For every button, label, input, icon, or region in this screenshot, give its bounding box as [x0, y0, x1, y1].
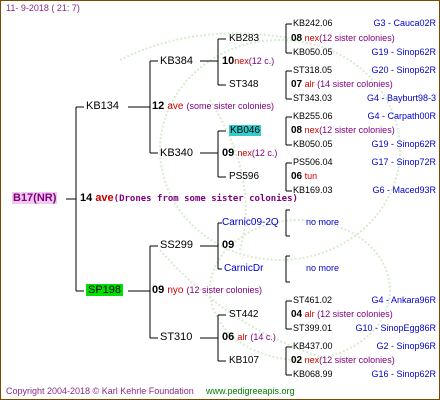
ffm-queen[interactable]: ST348 [229, 80, 258, 90]
gen1-line: 14 ave(Drones from some sister colonies) [80, 193, 298, 204]
ffm-note: (14 sister colonies) [317, 79, 393, 89]
copyright: Copyright 2004-2018 © Karl Kehrle Founda… [6, 386, 194, 396]
ffm-number: 07 [291, 79, 303, 90]
fmf-queen-name: KB046 [229, 125, 262, 136]
mm-line: 06 alr (14 c.) [222, 332, 276, 343]
mmm-note: (12 sister colonies) [319, 355, 395, 365]
root-queen-name: B17(NR) [12, 192, 58, 204]
father-line: 12 ave (some sister colonies) [152, 101, 274, 112]
leaf-name[interactable]: KB255.06 [293, 112, 333, 121]
ff-queen[interactable]: KB384 [160, 56, 193, 67]
fmm-queen[interactable]: PS596 [229, 172, 259, 182]
leaf-name[interactable]: ST343.03 [293, 94, 332, 103]
leaf-id: G20 - Sinop62R [371, 65, 436, 75]
timestamp: 11- 9-2018 ( 21: 7) [6, 3, 80, 13]
fmf-code: nex [304, 125, 320, 135]
ff-line: 10nex(12 c.) [222, 56, 274, 67]
ffm-line: 07 alr (14 sister colonies) [291, 80, 393, 90]
father-code: ave [167, 101, 184, 112]
fmf-line: 08 nex(12 sister colonies) [291, 126, 395, 136]
mmm-number: 02 [291, 355, 303, 366]
ff-code: nex [234, 56, 249, 66]
ff-number: 10 [222, 55, 235, 67]
fm-line: 09 nex(12 c.) [222, 148, 277, 159]
fm-code: nex [237, 148, 252, 158]
fmf-queen[interactable]: KB046 [229, 125, 262, 136]
leaf-name[interactable]: KB437.00 [293, 342, 333, 351]
mmm-code: nex [304, 355, 320, 365]
leaf-id: G4 - Carpath00R [367, 111, 436, 121]
mm-number: 06 [222, 331, 235, 343]
father-number: 12 [152, 100, 165, 112]
mm-note: (14 c.) [250, 332, 276, 342]
ff-note: (12 c.) [248, 56, 275, 66]
leaf-name[interactable]: ST318.05 [293, 66, 332, 75]
fm-note: (12 c.) [251, 148, 278, 158]
leaf-id: G6 - Maced93R [372, 185, 436, 195]
fff-number: 08 [291, 33, 303, 44]
leaf-id: G3 - Cauca02R [373, 18, 436, 28]
mff-queen[interactable]: Carnic09-2Q [222, 218, 279, 228]
fmf-note: (12 sister colonies) [319, 125, 395, 135]
fmm-code: tun [304, 171, 318, 181]
mmf-code: alr [304, 309, 315, 319]
mm-queen[interactable]: ST310 [160, 332, 192, 343]
leaf-id: G2 - Sinop96R [376, 341, 436, 351]
leaf-name[interactable]: ST399.01 [293, 324, 332, 333]
mother-line: 09 nyo (12 sister colonies) [152, 285, 262, 296]
mmf-number: 04 [291, 309, 303, 320]
fmf-number: 08 [291, 125, 303, 136]
mfm-queen[interactable]: CarnicDr [224, 264, 263, 274]
ffm-code: alr [304, 79, 315, 89]
leaf-id: G4 - Bayburt98-3 [366, 93, 436, 103]
fff-line: 08 nex(12 sister colonies) [291, 34, 395, 44]
leaf-id: G19 - Sinop62R [371, 139, 436, 149]
mmm-line: 02 nex(12 sister colonies) [291, 356, 395, 366]
mmf-line: 04 alr (12 sister colonies) [291, 310, 393, 320]
leaf-name[interactable]: ST461.02 [293, 296, 332, 305]
leaf-id: G16 - Sinop62R [371, 369, 436, 379]
leaf-id: G4 - Ankara96R [371, 295, 436, 305]
mf-queen[interactable]: SS299 [160, 240, 193, 251]
leaf-name[interactable]: PS506.04 [293, 158, 333, 167]
gen1-code: ave [95, 192, 114, 204]
leaf-name[interactable]: KB068.99 [293, 370, 333, 379]
mother-note: (12 sister colonies) [186, 285, 263, 295]
mmf-note: (12 sister colonies) [317, 309, 393, 319]
mother-queen-name: SP198 [86, 284, 124, 296]
mf-number: 09 [222, 239, 235, 251]
fmm-number: 06 [291, 171, 303, 182]
leaf-id: G10 - SinopEgg86R [355, 323, 436, 333]
father-note: (some sister colonies) [186, 101, 275, 111]
mfm-no-more: no more [306, 263, 340, 273]
gen1-note: (Drones from some sister colonies) [113, 194, 298, 204]
mm-code: alr [237, 332, 248, 342]
mother-code: nyo [167, 285, 184, 296]
fm-number: 09 [222, 147, 235, 159]
leaf-id: G19 - Sinop62R [371, 47, 436, 57]
mmm-queen[interactable]: KB107 [229, 356, 259, 366]
leaf-name[interactable]: KB050.05 [293, 48, 333, 57]
fmm-line: 06 tun [291, 172, 317, 182]
mother-queen[interactable]: SP198 [86, 284, 124, 296]
leaf-name[interactable]: KB050.05 [293, 140, 333, 149]
mmf-queen[interactable]: ST442 [229, 310, 258, 320]
leaf-id: G17 - Sinop72R [371, 157, 436, 167]
website-link[interactable]: www.pedigreeapis.org [206, 387, 295, 396]
fm-queen[interactable]: KB340 [160, 148, 193, 159]
gen1-number: 14 [80, 192, 93, 204]
root-queen[interactable]: B17(NR) [12, 192, 58, 204]
mff-no-more: no more [306, 217, 340, 227]
father-queen[interactable]: KB134 [86, 101, 119, 112]
mother-number: 09 [152, 284, 165, 296]
leaf-name[interactable]: KB169.03 [293, 186, 333, 195]
fff-note: (12 sister colonies) [319, 33, 395, 43]
leaf-name[interactable]: KB242.06 [293, 19, 333, 28]
fff-code: nex [304, 33, 320, 43]
fff-queen[interactable]: KB283 [229, 34, 259, 44]
